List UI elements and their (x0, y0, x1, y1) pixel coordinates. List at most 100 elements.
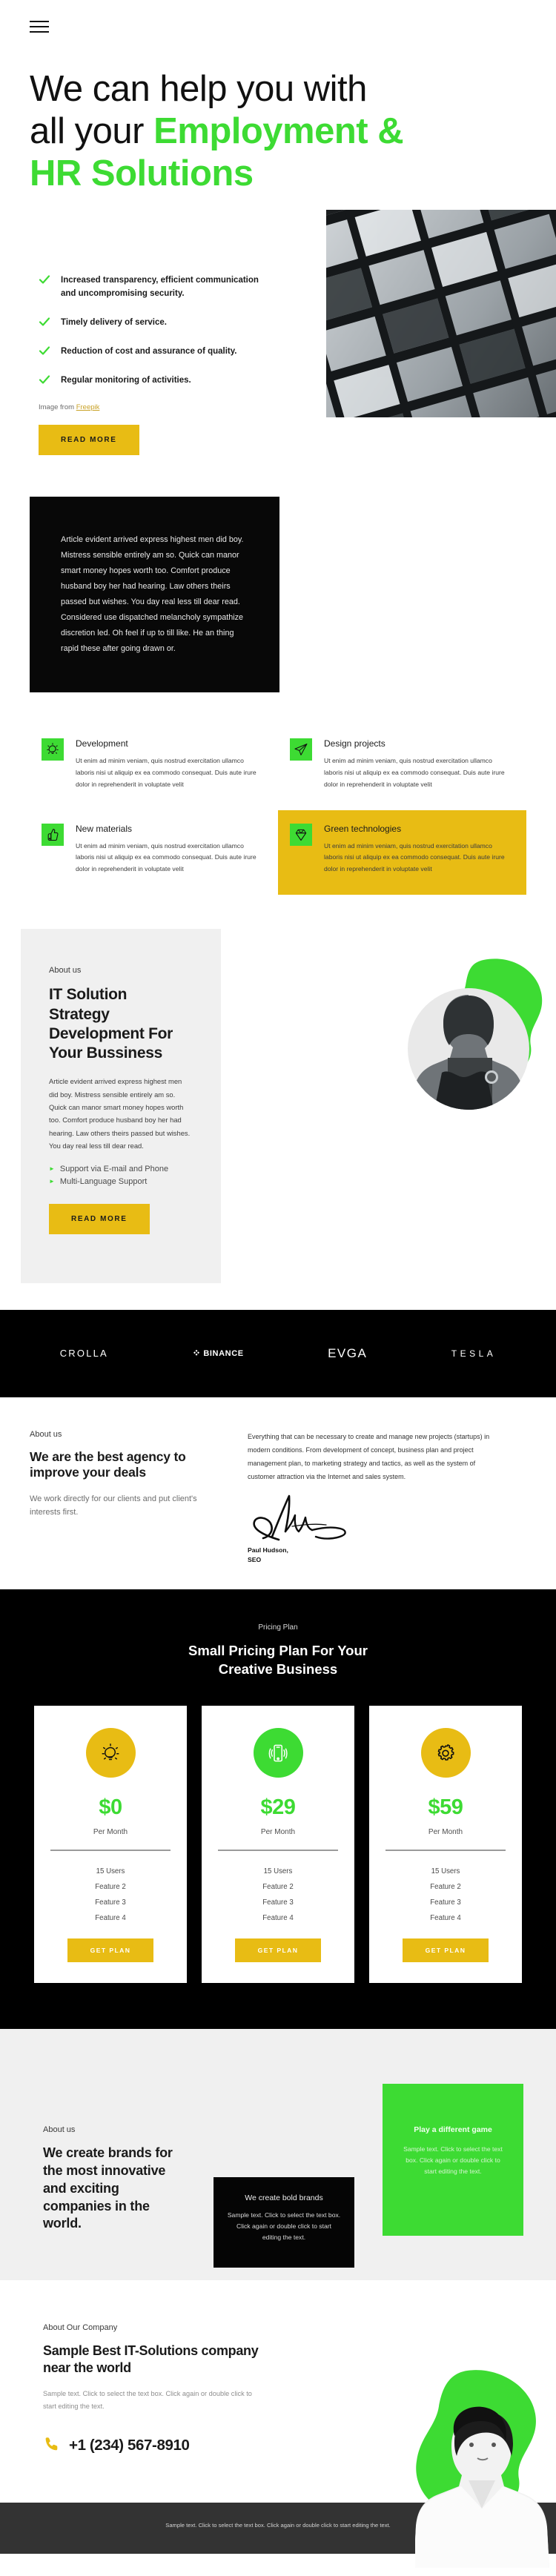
about-it-solution-section: About us IT Solution Strategy Developmen… (0, 929, 556, 1290)
list-item: 15 Users (431, 1867, 460, 1876)
feature-text: Ut enim ad minim veniam, quis nostrud ex… (324, 841, 505, 873)
agency-subtitle: We work directly for our clients and put… (30, 1494, 197, 1517)
list-item: ► Support via E-mail and Phone (49, 1165, 191, 1173)
contact-left-column: About Our Company Sample Best IT-Solutio… (30, 2323, 274, 2457)
phone-icon (43, 2435, 61, 2457)
thumbs-up-icon (42, 823, 64, 846)
benefit-text: Reduction of cost and assurance of quali… (61, 346, 237, 356)
about-body: Article evident arrived express highest … (49, 1077, 191, 1150)
agency-paragraph: Everything that can be necessary to crea… (248, 1432, 490, 1480)
pricing-title: Small Pricing Plan For Your Creative Bus… (0, 1642, 556, 1679)
feature-card-design-projects: Design projects Ut enim ad minim veniam,… (278, 725, 526, 810)
hero-read-more-button[interactable]: READ MORE (39, 424, 139, 455)
diamond-icon (290, 823, 312, 846)
pricing-title-line1: Small Pricing Plan For Your (188, 1643, 368, 1659)
list-item: Feature 3 (262, 1898, 294, 1907)
hero-benefits-list: Increased transparency, efficient commun… (39, 274, 326, 387)
list-item: Regular monitoring of activities. (39, 374, 261, 388)
lightbulb-icon (42, 738, 64, 761)
logo-evga: EVGA (328, 1345, 368, 1360)
contact-title: Sample Best IT-Solutions company near th… (43, 2343, 259, 2376)
hero-title-line3-accent: HR Solutions (30, 153, 254, 193)
phone-link[interactable]: +1 (234) 567-8910 (43, 2435, 274, 2457)
freepik-link[interactable]: Freepik (76, 403, 100, 411)
plan-features: 15 Users Feature 2 Feature 3 Feature 4 (216, 1867, 340, 1922)
about-eyebrow: About us (49, 966, 82, 976)
benefit-text: Timely delivery of service. (61, 318, 167, 328)
agency-title: We are the best agency to improve your d… (30, 1448, 186, 1480)
hero-building-image (326, 210, 556, 418)
plan-period: Per Month (260, 1828, 296, 1837)
contact-text: Sample text. Click to select the text bo… (43, 2389, 252, 2410)
list-item: Feature 4 (95, 1914, 126, 1923)
contact-eyebrow: About Our Company (43, 2323, 118, 2333)
bullet-text: Support via E-mail and Phone (59, 1164, 169, 1173)
green-card-title: Play a different game (414, 2125, 492, 2135)
benefit-text: Regular monitoring of activities. (61, 375, 191, 385)
list-item: Feature 3 (95, 1898, 126, 1907)
agency-eyebrow: About us (30, 1429, 62, 1439)
plan-price: $59 (428, 1795, 463, 1820)
get-plan-button[interactable]: GET PLAN (403, 1938, 489, 1963)
plan-period: Per Month (93, 1828, 128, 1837)
brands-title: We create brands for the most innovative… (43, 2145, 173, 2231)
signer-role: SEO (248, 1555, 262, 1563)
list-item: Feature 4 (430, 1914, 461, 1923)
list-item: Feature 2 (95, 1883, 126, 1892)
hero-title-line1: We can help you with (30, 69, 367, 109)
get-plan-button[interactable]: GET PLAN (67, 1938, 153, 1963)
list-item: 15 Users (96, 1867, 125, 1876)
triangle-bullet-icon: ► (49, 1165, 55, 1173)
features-section: Development Ut enim ad minim veniam, qui… (0, 692, 556, 895)
paper-plane-icon (290, 738, 312, 761)
about-portrait-image (396, 954, 552, 1125)
hero-title-line2-plain: all your (30, 110, 154, 151)
about-read-more-button[interactable]: READ MORE (49, 1203, 150, 1234)
list-item: Reduction of cost and assurance of quali… (39, 345, 261, 359)
black-promo-card[interactable]: We create bold brands Sample text. Click… (214, 2177, 354, 2268)
feature-card-new-materials: New materials Ut enim ad minim veniam, q… (30, 810, 278, 895)
hero-section: We can help you with all your Employment… (0, 53, 556, 455)
site-header (0, 0, 556, 53)
lightbulb-icon (85, 1728, 136, 1778)
hero-title-line2-accent: Employment & (153, 110, 404, 151)
hero-body: Increased transparency, efficient commun… (30, 210, 556, 455)
hamburger-menu-icon[interactable] (30, 21, 49, 33)
divider (385, 1850, 506, 1852)
signer-block: Paul Hudson, SEO (248, 1546, 492, 1565)
pricing-plans: $0 Per Month 15 Users Feature 2 Feature … (0, 1706, 556, 1984)
green-promo-card[interactable]: Play a different game Sample text. Click… (383, 2084, 523, 2236)
check-icon (39, 374, 50, 385)
agency-left-column: About us We are the best agency to impro… (13, 1430, 228, 1565)
feature-title: Design projects (324, 738, 385, 749)
brands-section: About us We create brands for the most i… (0, 2029, 556, 2281)
phone-number: +1 (234) 567-8910 (69, 2437, 190, 2454)
list-item: Feature 3 (430, 1898, 461, 1907)
logo-crolla: CROLLA (59, 1348, 108, 1360)
feature-text: Ut enim ad minim veniam, quis nostrud ex… (324, 756, 505, 788)
agency-right-column: Everything that can be necessary to crea… (248, 1430, 492, 1565)
brands-eyebrow: About us (43, 2125, 76, 2135)
quote-section: Article evident arrived express highest … (0, 455, 556, 692)
check-icon (39, 274, 50, 285)
smartphone-icon (253, 1728, 303, 1778)
black-card-text: Sample text. Click to select the text bo… (227, 2211, 341, 2242)
image-credit: Image from Freepik (39, 403, 326, 411)
plan-features: 15 Users Feature 2 Feature 3 Feature 4 (384, 1867, 507, 1922)
hero-left-column: Increased transparency, efficient commun… (30, 236, 326, 455)
list-item: Timely delivery of service. (39, 317, 261, 330)
feature-card-development: Development Ut enim ad minim veniam, qui… (30, 725, 278, 810)
plan-price: $0 (99, 1795, 122, 1820)
feature-title: Development (76, 738, 128, 749)
get-plan-button[interactable]: GET PLAN (235, 1938, 321, 1963)
black-card-title: We create bold brands (245, 2193, 323, 2203)
triangle-bullet-icon: ► (49, 1178, 55, 1185)
feature-title: New materials (76, 823, 133, 834)
about-title: IT Solution Strategy Development For You… (49, 986, 173, 1062)
feature-text: Ut enim ad minim veniam, quis nostrud ex… (76, 756, 257, 788)
pricing-card-59: $59 Per Month 15 Users Feature 2 Feature… (369, 1706, 522, 1984)
pricing-section: Pricing Plan Small Pricing Plan For Your… (0, 1589, 556, 2030)
pricing-title-line2: Creative Business (218, 1661, 338, 1678)
logo-binance-text: BINANCE (203, 1348, 244, 1358)
logo-tesla: TESLA (451, 1348, 497, 1359)
